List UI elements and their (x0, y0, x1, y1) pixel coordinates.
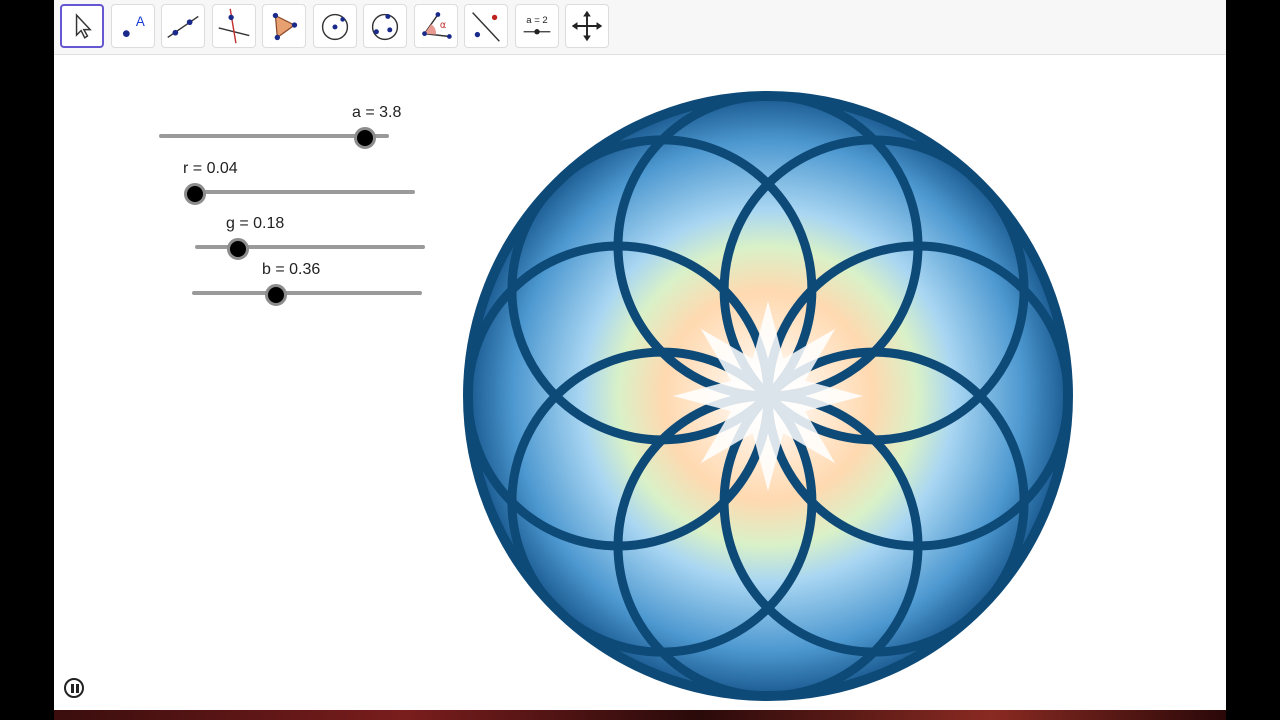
geogebra-app: A α a = 2 a = 3.8 r = 0.04 g = 0.18 b = … (54, 0, 1226, 710)
slider-g-knob[interactable] (227, 238, 249, 260)
point-tool-glyph: A (136, 14, 145, 29)
toolbar: A α a = 2 (54, 0, 1226, 55)
circle-through-points-tool-button[interactable] (363, 4, 407, 48)
line-icon (167, 15, 199, 39)
rosette-center-star (673, 301, 863, 491)
angle-tool-button[interactable]: α (414, 4, 458, 48)
perpendicular-line-tool-button[interactable] (212, 4, 256, 48)
move-arrows-icon (571, 10, 603, 42)
angle-icon: α (422, 12, 452, 39)
pause-animation-button[interactable] (64, 678, 84, 698)
polygon-tool-button[interactable] (262, 4, 306, 48)
move-graphics-view-tool-button[interactable] (565, 4, 609, 48)
slider-r-track[interactable] (185, 190, 415, 194)
desktop-background-strip (54, 710, 1226, 720)
point-icon: A (122, 14, 145, 37)
polygon-icon (272, 12, 298, 41)
slider-a-label: a = 3.8 (352, 104, 402, 121)
slider-tool-button[interactable]: a = 2 (515, 4, 559, 48)
rosette-drawing (463, 91, 1073, 701)
circle-center-point-tool-button[interactable] (313, 4, 357, 48)
slider-tool-glyph: a = 2 (526, 15, 547, 26)
circle-center-icon (321, 13, 349, 41)
slider-r-knob[interactable] (184, 183, 206, 205)
perpendicular-line-icon (218, 8, 250, 44)
center-star (673, 301, 863, 491)
slider-b-track[interactable] (192, 291, 422, 295)
slider-a-knob[interactable] (354, 127, 376, 149)
reflect-tool-button[interactable] (464, 4, 508, 48)
circle-three-points-icon (371, 13, 399, 41)
slider-b-knob[interactable] (265, 284, 287, 306)
slider-icon: a = 2 (523, 15, 551, 35)
angle-tool-glyph: α (440, 20, 446, 31)
point-tool-button[interactable]: A (111, 4, 155, 48)
move-tool-button[interactable] (60, 4, 104, 48)
reflect-icon (472, 12, 500, 42)
line-tool-button[interactable] (161, 4, 205, 48)
slider-g-label: g = 0.18 (226, 215, 285, 232)
slider-r-label: r = 0.04 (183, 160, 238, 177)
slider-b-label: b = 0.36 (262, 261, 321, 278)
cursor-arrow-icon (75, 13, 92, 39)
